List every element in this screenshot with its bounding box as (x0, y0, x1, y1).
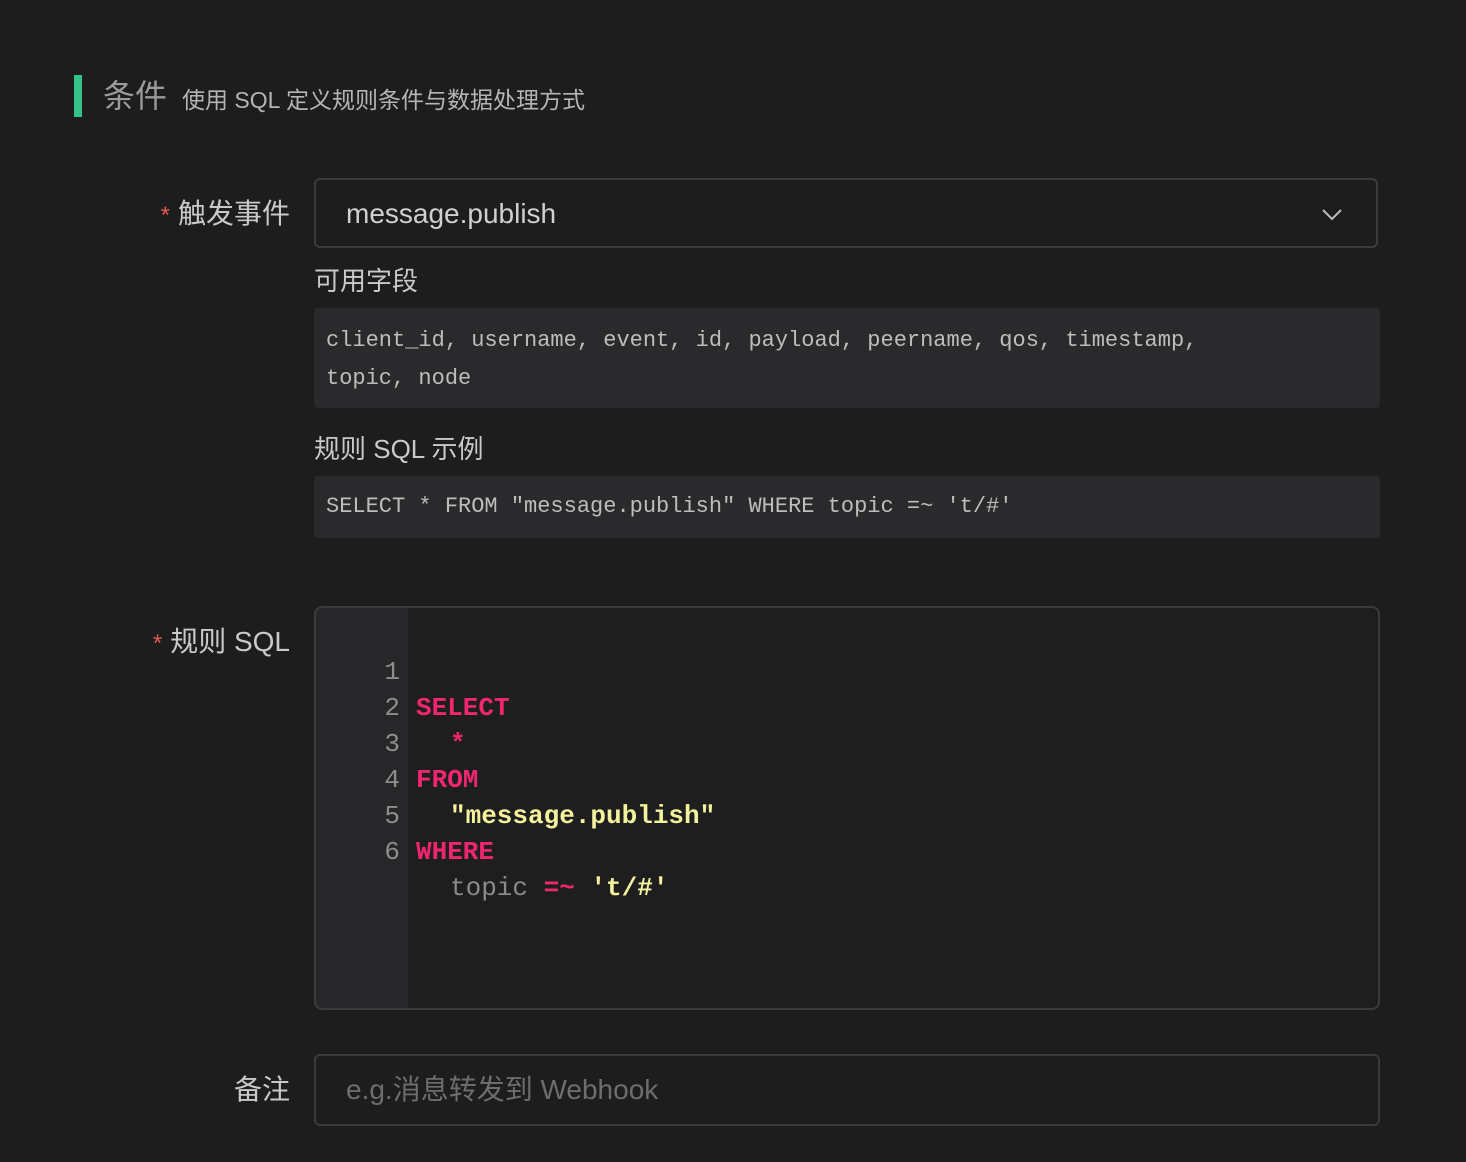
editor-line[interactable]: 6 topic =~ 't/#' (316, 798, 1378, 903)
sql-example-block: SELECT * FROM "message.publish" WHERE to… (314, 476, 1380, 538)
sql-string: 't/#' (590, 873, 669, 903)
section-accent-bar (74, 75, 82, 117)
trigger-event-value: message.publish (346, 198, 557, 229)
trigger-event-label: * 触发事件 (161, 196, 290, 234)
editor-line[interactable]: 3 FROM (316, 690, 1378, 795)
trigger-event-label-text: 触发事件 (177, 198, 290, 229)
rule-sql-editor[interactable]: 1 SELECT 2 * 3 FROM 4 "message.publish" … (314, 606, 1380, 1010)
sql-example-label: 规则 SQL 示例 (314, 434, 484, 464)
line-code: topic =~ 't/#' (450, 870, 668, 906)
rule-sql-label: * 规则 SQL (153, 624, 290, 662)
editor-lines: 1 SELECT 2 * 3 FROM 4 "message.publish" … (316, 618, 1378, 903)
rule-condition-form: 条件 使用 SQL 定义规则条件与数据处理方式 * 触发事件 message.pu… (0, 0, 1466, 1162)
note-input[interactable] (314, 1054, 1380, 1126)
editor-line[interactable]: 4 "message.publish" (316, 726, 1378, 831)
available-fields-label: 可用字段 (314, 266, 419, 296)
sql-identifier: topic (450, 873, 529, 903)
note-label: 备注 (233, 1074, 290, 1105)
chevron-down-icon[interactable] (1320, 202, 1344, 226)
required-mark: * (160, 202, 170, 229)
required-mark: * (152, 630, 163, 657)
editor-line[interactable]: 5 WHERE (316, 762, 1378, 867)
line-number: 6 (384, 837, 400, 867)
available-fields-block: client_id, username, event, id, payload,… (314, 308, 1380, 408)
editor-line[interactable]: 2 * (316, 654, 1378, 759)
section-description: 使用 SQL 定义规则条件与数据处理方式 (182, 87, 585, 113)
rule-sql-label-text: 规则 SQL (170, 626, 290, 657)
sql-operator: =~ (543, 873, 575, 903)
section-title: 条件 (103, 78, 168, 114)
editor-line[interactable]: 1 SELECT (316, 618, 1378, 723)
trigger-event-select[interactable]: message.publish (314, 178, 1378, 248)
